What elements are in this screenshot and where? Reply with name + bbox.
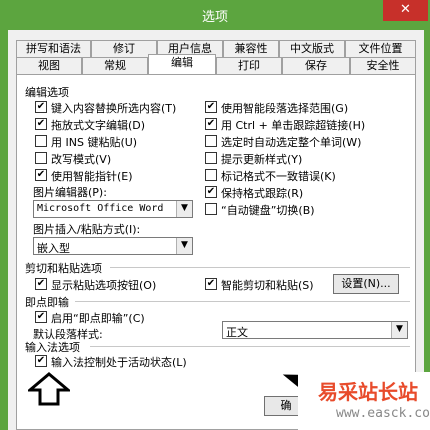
label-show-paste-options: 显示粘贴选项按钮(O) <box>51 279 157 292</box>
ime-section-title: 输入法选项 <box>25 341 80 354</box>
checkbox-drag-drop[interactable]: ✔ <box>35 118 47 130</box>
default-style-value: 正文 <box>226 326 248 339</box>
chevron-down-icon: ▼ <box>391 322 407 338</box>
label-smart-cursor: 使用智能指针(E) <box>51 170 133 183</box>
checkbox-overtype[interactable] <box>35 152 47 164</box>
check-icon: ✔ <box>206 101 216 112</box>
insert-paste-select[interactable]: 嵌入型 ▼ <box>33 237 193 255</box>
checkbox-smart-cut-paste[interactable]: ✔ <box>205 278 217 290</box>
check-icon: ✔ <box>206 186 216 197</box>
checkbox-show-paste-options[interactable]: ✔ <box>35 278 47 290</box>
check-icon: ✔ <box>206 118 216 129</box>
checkbox-keep-format[interactable]: ✔ <box>205 186 217 198</box>
label-prompt-style: 提示更新样式(Y) <box>221 153 303 166</box>
checkbox-select-word[interactable] <box>205 135 217 147</box>
label-overtype: 改写模式(V) <box>51 153 112 166</box>
checkbox-prompt-style[interactable] <box>205 152 217 164</box>
insert-paste-value: 嵌入型 <box>37 242 70 255</box>
label-ins-paste: 用 INS 键粘贴(U) <box>51 136 138 149</box>
up-arrow-icon <box>28 372 70 406</box>
label-keep-format: 保持格式跟踪(R) <box>221 187 304 200</box>
check-icon: ✔ <box>36 311 46 322</box>
check-icon: ✔ <box>36 278 46 289</box>
watermark-site: www.easck.com <box>336 406 430 421</box>
label-replace-selection: 键入内容替换所选内容(T) <box>51 102 177 115</box>
checkbox-ctrl-click[interactable]: ✔ <box>205 118 217 130</box>
checkbox-ins-paste[interactable] <box>35 135 47 147</box>
check-icon: ✔ <box>206 278 216 289</box>
checkbox-click-and-type[interactable]: ✔ <box>35 311 47 323</box>
picture-editor-select[interactable]: Microsoft Office Word ▼ <box>33 200 193 218</box>
watermark-brand: 易采站长站 <box>318 380 418 404</box>
picture-editor-value: Microsoft Office Word <box>37 203 164 214</box>
section-divider <box>75 301 410 302</box>
checkbox-auto-keyboard[interactable] <box>205 203 217 215</box>
watermark: 易采站长站 www.easck.com <box>298 372 430 430</box>
label-select-word: 选定时自动选定整个单词(W) <box>221 136 362 149</box>
checkbox-smart-paragraph[interactable]: ✔ <box>205 101 217 113</box>
checkbox-replace-selection[interactable]: ✔ <box>35 101 47 113</box>
section-divider <box>90 346 410 347</box>
label-drag-drop: 拖放式文字编辑(D) <box>51 119 146 132</box>
label-ctrl-click: 用 Ctrl + 单击跟踪超链接(H) <box>221 119 366 132</box>
label-click-and-type: 启用“即点即输”(C) <box>51 312 145 325</box>
settings-button[interactable]: 设置(N)... <box>333 274 399 294</box>
picture-editor-label: 图片编辑器(P): <box>33 186 107 199</box>
cut-paste-section-title: 剪切和粘贴选项 <box>25 262 102 275</box>
section-divider <box>110 267 410 268</box>
chevron-down-icon: ▼ <box>176 238 192 254</box>
label-smart-cut-paste: 智能剪切和粘贴(S) <box>221 279 314 292</box>
chevron-down-icon: ▼ <box>176 201 192 217</box>
insert-paste-label: 图片插入/粘贴方式(I): <box>33 223 141 236</box>
checkbox-mark-inconsistency[interactable] <box>205 169 217 181</box>
checkbox-ime-control[interactable]: ✔ <box>35 355 47 367</box>
label-smart-paragraph: 使用智能段落选择范围(G) <box>221 102 349 115</box>
check-icon: ✔ <box>36 118 46 129</box>
editing-section-title: 编辑选项 <box>25 86 69 99</box>
label-ime-control: 输入法控制处于活动状态(L) <box>51 356 187 369</box>
check-icon: ✔ <box>36 355 46 366</box>
check-icon: ✔ <box>36 169 46 180</box>
label-auto-keyboard: “自动键盘”切换(B) <box>221 204 315 217</box>
label-mark-inconsistency: 标记格式不一致错误(K) <box>221 170 336 183</box>
checkbox-smart-cursor[interactable]: ✔ <box>35 169 47 181</box>
default-style-select[interactable]: 正文 ▼ <box>222 321 408 339</box>
check-icon: ✔ <box>36 101 46 112</box>
click-type-section-title: 即点即输 <box>25 296 69 309</box>
